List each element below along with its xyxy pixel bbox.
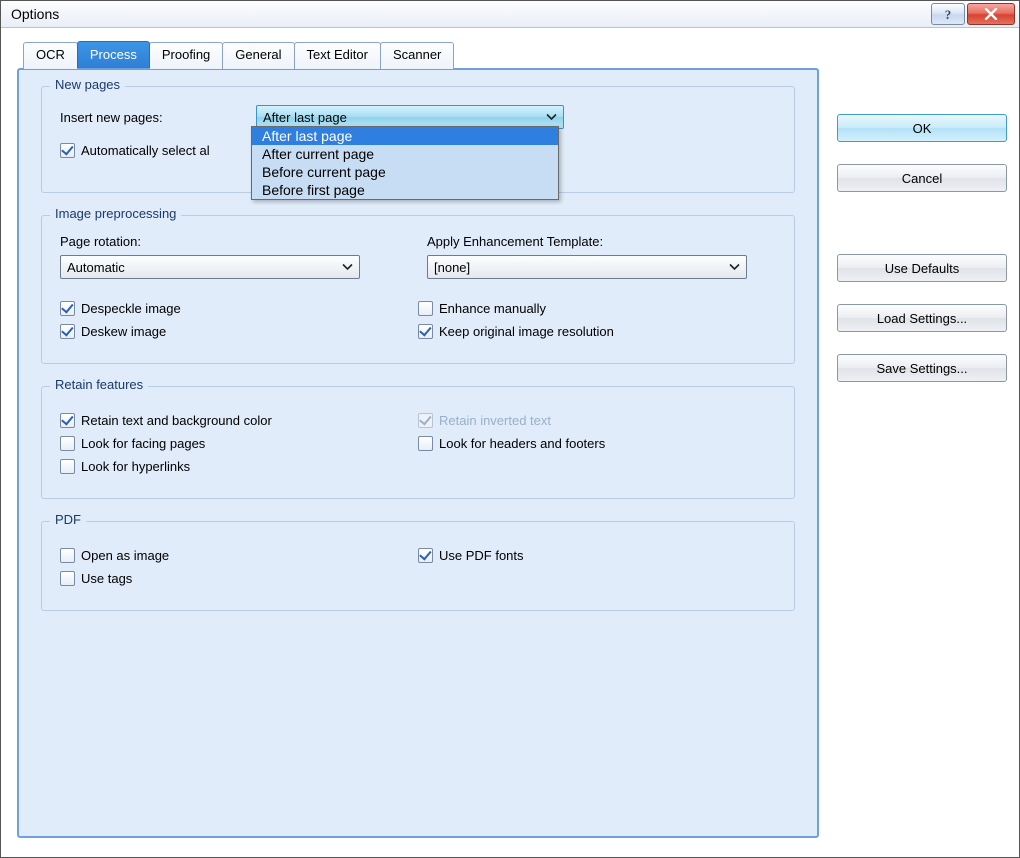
insert-new-pages-label: Insert new pages: bbox=[60, 110, 256, 125]
group-pdf: PDF Open as image Use tags Use PDF fonts bbox=[41, 521, 795, 611]
despeckle-checkbox[interactable] bbox=[60, 301, 75, 316]
chevron-down-icon bbox=[546, 114, 557, 121]
keep-resolution-label: Keep original image resolution bbox=[439, 324, 614, 339]
imgprep-topcols: Page rotation: Automatic Apply Enhanceme… bbox=[60, 234, 776, 279]
tab-process[interactable]: Process bbox=[77, 41, 150, 68]
group-image-preprocessing: Image preprocessing Page rotation: Autom… bbox=[41, 215, 795, 364]
page-rotation-value: Automatic bbox=[67, 260, 125, 275]
look-headers-checkbox[interactable] bbox=[418, 436, 433, 451]
titlebar-buttons: ? bbox=[931, 3, 1015, 25]
enhancement-template-label: Apply Enhancement Template: bbox=[427, 234, 776, 249]
retain-text-bg-label: Retain text and background color bbox=[81, 413, 272, 428]
load-settings-button[interactable]: Load Settings... bbox=[837, 304, 1007, 332]
keep-resolution-checkbox[interactable] bbox=[418, 324, 433, 339]
group-title-new-pages: New pages bbox=[50, 77, 125, 92]
insert-new-pages-value: After last page bbox=[263, 110, 347, 125]
titlebar: Options ? bbox=[1, 1, 1019, 28]
look-facing-label: Look for facing pages bbox=[81, 436, 205, 451]
dropdown-item-before-first[interactable]: Before first page bbox=[252, 181, 558, 199]
cancel-button[interactable]: Cancel bbox=[837, 164, 1007, 192]
insert-new-pages-dropdown[interactable]: After last page After current page Befor… bbox=[251, 126, 559, 200]
tab-ocr[interactable]: OCR bbox=[23, 42, 78, 69]
right-column: OK Cancel Use Defaults Load Settings... … bbox=[837, 42, 1007, 839]
dialog-body: OCR Process Proofing General Text Editor… bbox=[1, 28, 1019, 857]
tab-panel: New pages Insert new pages: After last p… bbox=[17, 68, 819, 838]
group-title-pdf: PDF bbox=[50, 512, 86, 527]
ok-button[interactable]: OK bbox=[837, 114, 1007, 142]
retain-inverted-checkbox bbox=[418, 413, 433, 428]
deskew-label: Deskew image bbox=[81, 324, 166, 339]
window-title: Options bbox=[11, 6, 59, 22]
save-settings-button[interactable]: Save Settings... bbox=[837, 354, 1007, 382]
tab-text-editor[interactable]: Text Editor bbox=[294, 42, 381, 69]
look-facing-checkbox[interactable] bbox=[60, 436, 75, 451]
deskew-checkbox[interactable] bbox=[60, 324, 75, 339]
look-hyperlinks-checkbox[interactable] bbox=[60, 459, 75, 474]
enhancement-template-select[interactable]: [none] bbox=[427, 255, 747, 279]
use-tags-label: Use tags bbox=[81, 571, 132, 586]
enhance-manually-checkbox[interactable] bbox=[418, 301, 433, 316]
help-button[interactable]: ? bbox=[931, 3, 965, 25]
imgprep-checkcols: Despeckle image Deskew image Enhance man… bbox=[60, 293, 776, 347]
tab-general[interactable]: General bbox=[222, 42, 294, 69]
tab-scanner[interactable]: Scanner bbox=[380, 42, 454, 69]
close-button[interactable] bbox=[967, 3, 1015, 25]
chevron-down-icon bbox=[342, 264, 353, 271]
retain-cols: Retain text and background color Look fo… bbox=[60, 405, 776, 482]
group-title-retain: Retain features bbox=[50, 377, 148, 392]
close-icon bbox=[984, 8, 998, 20]
left-column: OCR Process Proofing General Text Editor… bbox=[17, 42, 819, 839]
despeckle-label: Despeckle image bbox=[81, 301, 181, 316]
dropdown-item-after-current[interactable]: After current page bbox=[252, 145, 558, 163]
options-dialog: Options ? OCR Process Proofing General T… bbox=[0, 0, 1020, 858]
enhance-manually-label: Enhance manually bbox=[439, 301, 546, 316]
retain-text-bg-checkbox[interactable] bbox=[60, 413, 75, 428]
auto-select-label: Automatically select al bbox=[81, 143, 210, 158]
chevron-down-icon bbox=[729, 264, 740, 271]
open-as-image-label: Open as image bbox=[81, 548, 169, 563]
auto-select-checkbox[interactable] bbox=[60, 143, 75, 158]
retain-inverted-label: Retain inverted text bbox=[439, 413, 551, 428]
look-headers-label: Look for headers and footers bbox=[439, 436, 605, 451]
look-hyperlinks-label: Look for hyperlinks bbox=[81, 459, 190, 474]
page-rotation-label: Page rotation: bbox=[60, 234, 409, 249]
pdf-cols: Open as image Use tags Use PDF fonts bbox=[60, 540, 776, 594]
use-pdf-fonts-checkbox[interactable] bbox=[418, 548, 433, 563]
dropdown-item-before-current[interactable]: Before current page bbox=[252, 163, 558, 181]
tab-proofing[interactable]: Proofing bbox=[149, 42, 223, 69]
help-icon: ? bbox=[942, 7, 954, 21]
page-rotation-select[interactable]: Automatic bbox=[60, 255, 360, 279]
svg-text:?: ? bbox=[945, 7, 952, 21]
tab-strip: OCR Process Proofing General Text Editor… bbox=[23, 42, 819, 69]
use-tags-checkbox[interactable] bbox=[60, 571, 75, 586]
use-defaults-button[interactable]: Use Defaults bbox=[837, 254, 1007, 282]
use-pdf-fonts-label: Use PDF fonts bbox=[439, 548, 524, 563]
group-retain-features: Retain features Retain text and backgrou… bbox=[41, 386, 795, 499]
open-as-image-checkbox[interactable] bbox=[60, 548, 75, 563]
dropdown-item-after-last[interactable]: After last page bbox=[252, 127, 558, 145]
group-title-image-preprocessing: Image preprocessing bbox=[50, 206, 181, 221]
enhancement-template-value: [none] bbox=[434, 260, 470, 275]
